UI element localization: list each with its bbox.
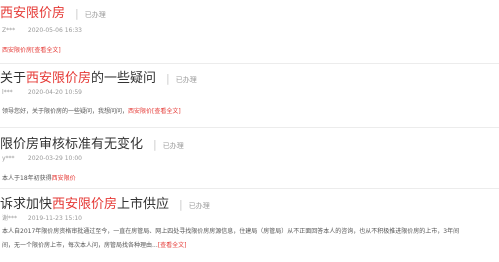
view-full-text-link[interactable]: [查看全文] — [152, 108, 181, 115]
post-item: 限价房审核标准有无变化 | 已办理 y*** 2020-03-29 10:00 … — [0, 137, 499, 187]
post-date: 2020-05-06 16:33 — [27, 27, 82, 34]
post-date: 2020-04-20 10:59 — [27, 89, 82, 96]
post-title-row: 关于西安限价房的一些疑问 | 已办理 — [0, 71, 499, 87]
divider — [0, 127, 499, 128]
post-title-link[interactable]: 西安限价房 — [0, 6, 65, 22]
status-badge: 已办理 — [188, 202, 210, 210]
post-excerpt: 领导您好，关于限价房的一些疑问，我想问问，西安限价[查看全文] — [2, 108, 181, 115]
post-excerpt: 本人于18年初获得西安限价 — [2, 175, 76, 182]
view-full-text-link[interactable]: [查看全文] — [32, 47, 61, 54]
post-meta: Z*** 2020-05-06 16:33 — [2, 26, 499, 35]
title-separator: | — [75, 7, 79, 20]
post-meta: l*** 2020-04-20 10:59 — [2, 88, 499, 97]
title-separator: | — [179, 198, 183, 211]
post-item: 西安限价房 | 已办理 Z*** 2020-05-06 16:33 西安限价房[… — [0, 6, 499, 59]
post-title-link[interactable]: 限价房审核标准有无变化 — [0, 137, 143, 153]
post-author: y*** — [2, 155, 15, 162]
post-item: 诉求加快西安限价房上市供应 | 已办理 谢*** 2019-11-23 15:1… — [0, 197, 499, 253]
post-author: Z*** — [2, 27, 16, 34]
post-excerpt: 西安限价房[查看全文] — [2, 47, 61, 54]
status-badge: 已办理 — [175, 76, 197, 84]
post-excerpt-line: 本人自2017年限价房资格审批通过至今，一直在房管局、网上四处寻找限价房房源信息… — [2, 228, 460, 235]
post-author: l*** — [2, 89, 13, 96]
post-author: 谢*** — [2, 215, 18, 222]
post-date: 2019-11-23 15:10 — [27, 215, 82, 222]
post-meta: y*** 2020-03-29 10:00 — [2, 154, 499, 163]
title-separator: | — [153, 138, 157, 151]
post-excerpt-line: 间，无一个限价房上市，每次本人问，房管局找各种理由...[查看全文] — [2, 242, 187, 249]
view-full-text-link[interactable]: [查看全文] — [158, 242, 187, 249]
post-date: 2020-03-29 10:00 — [27, 155, 82, 162]
post-title-row: 诉求加快西安限价房上市供应 | 已办理 — [0, 197, 499, 213]
divider — [0, 188, 499, 189]
post-item: 关于西安限价房的一些疑问 | 已办理 l*** 2020-04-20 10:59… — [0, 71, 499, 120]
post-title-link[interactable]: 关于西安限价房的一些疑问 — [0, 71, 156, 87]
post-excerpt: 本人自2017年限价房资格审批通过至今，一直在房管局、网上四处寻找限价房房源信息… — [2, 225, 499, 253]
status-badge: 已办理 — [162, 142, 184, 150]
divider — [0, 63, 499, 64]
post-title-link[interactable]: 诉求加快西安限价房上市供应 — [0, 197, 169, 213]
status-badge: 已办理 — [84, 11, 106, 19]
post-title-row: 限价房审核标准有无变化 | 已办理 — [0, 137, 499, 153]
post-title-row: 西安限价房 | 已办理 — [0, 6, 499, 22]
title-separator: | — [166, 72, 170, 85]
post-meta: 谢*** 2019-11-23 15:10 — [2, 214, 499, 223]
